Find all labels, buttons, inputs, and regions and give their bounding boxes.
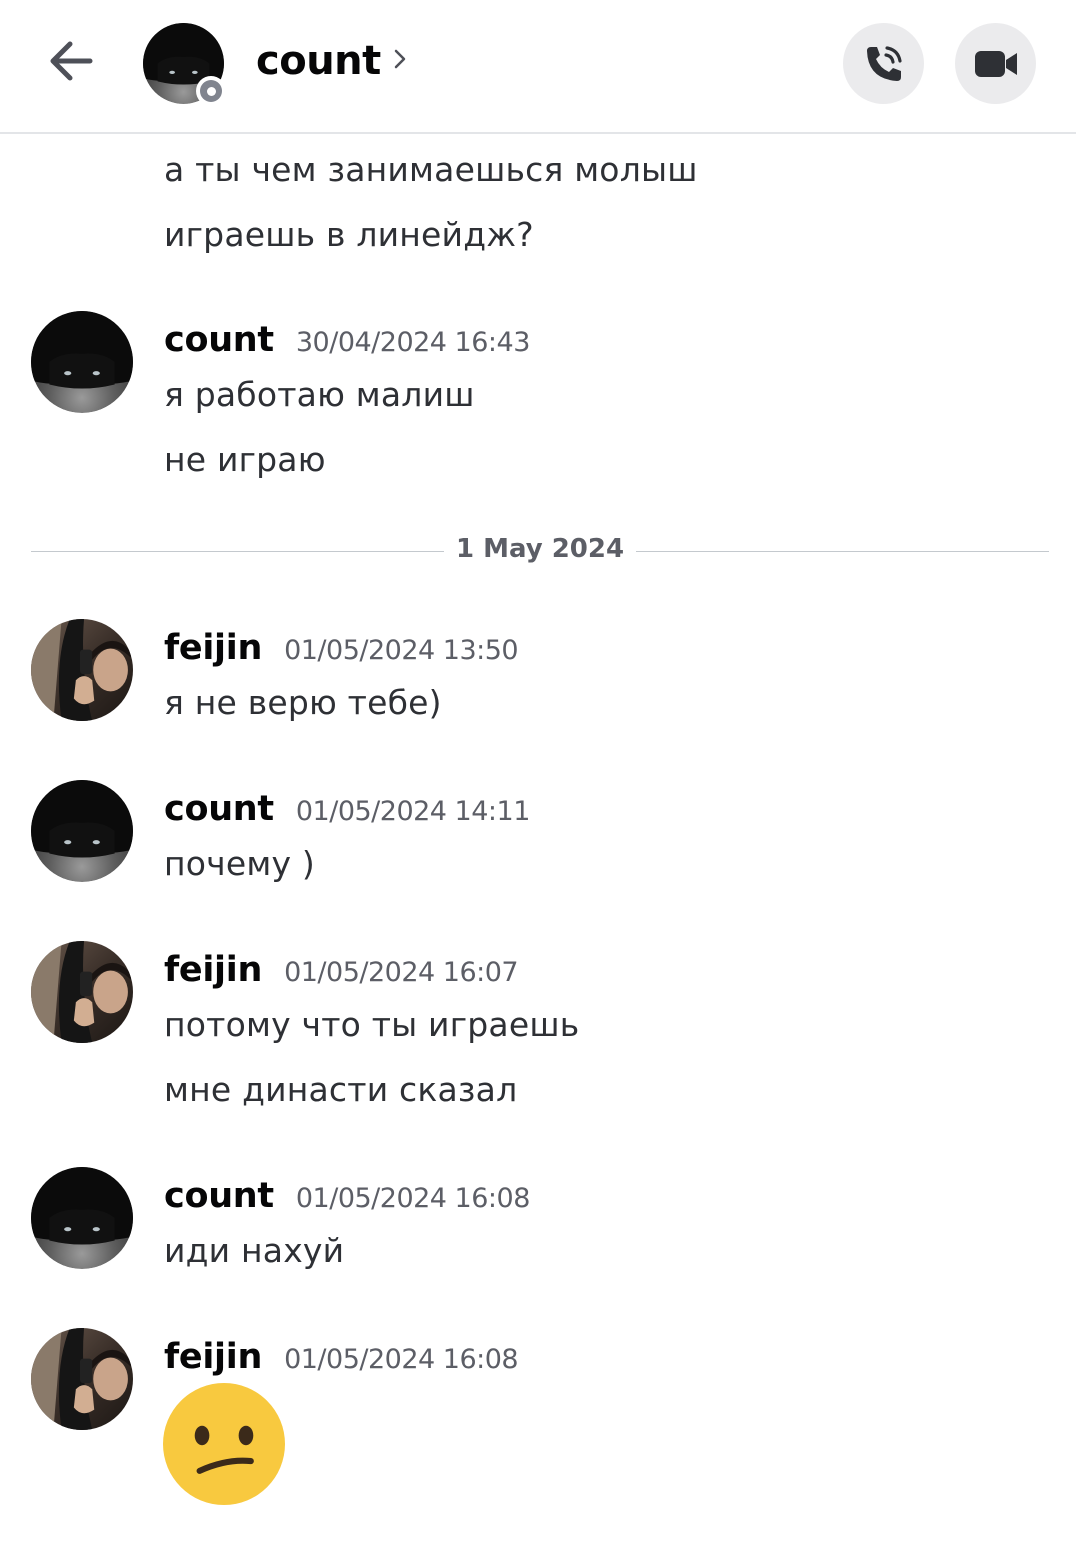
timestamp: 01/05/2024 14:11 xyxy=(295,796,531,827)
message-header: feijin 01/05/2024 13:50 xyxy=(164,628,519,668)
video-camera-icon xyxy=(974,50,1017,77)
message-header: feijin 01/05/2024 16:08 xyxy=(164,1337,519,1377)
header-avatar[interactable] xyxy=(143,23,226,106)
author-avatar[interactable] xyxy=(31,311,133,413)
cat-avatar-image xyxy=(31,311,133,413)
chat-header: count xyxy=(0,0,1076,134)
author-name[interactable]: feijin xyxy=(164,950,262,990)
timestamp: 30/04/2024 16:43 xyxy=(295,327,531,358)
divider-line xyxy=(636,551,1049,552)
author-name[interactable]: feijin xyxy=(164,1337,262,1377)
message-header: feijin 01/05/2024 16:07 xyxy=(164,950,519,990)
timestamp: 01/05/2024 16:08 xyxy=(284,1344,519,1375)
author-avatar[interactable] xyxy=(31,780,133,882)
confused-face-emoji-icon[interactable] xyxy=(163,1383,285,1505)
message-line: не играю xyxy=(164,440,326,479)
selfie-avatar-image xyxy=(31,1328,133,1430)
message-line: а ты чем занимаешься молыш xyxy=(164,150,698,189)
header-title: count xyxy=(256,38,381,84)
timestamp: 01/05/2024 16:07 xyxy=(284,957,519,988)
phone-call-icon xyxy=(866,45,902,81)
message-line: мне династи сказал xyxy=(164,1070,518,1109)
author-name[interactable]: feijin xyxy=(164,628,262,668)
divider-line xyxy=(31,551,444,552)
author-name[interactable]: count xyxy=(164,789,274,829)
message-line: иди нахуй xyxy=(164,1231,345,1270)
date-divider: 1 May 2024 xyxy=(455,534,625,564)
cat-avatar-image xyxy=(31,780,133,882)
timestamp: 01/05/2024 13:50 xyxy=(284,635,519,666)
author-avatar[interactable] xyxy=(31,1167,133,1269)
author-name[interactable]: count xyxy=(164,320,274,360)
video-call-button[interactable] xyxy=(955,23,1036,104)
message-line: я не верю тебе) xyxy=(164,683,442,722)
cat-avatar-image xyxy=(31,1167,133,1269)
header-title-button[interactable]: count xyxy=(256,38,407,84)
message-header: count 01/05/2024 16:08 xyxy=(164,1176,530,1216)
message-line: потому что ты играешь xyxy=(164,1005,580,1044)
message-header: count 30/04/2024 16:43 xyxy=(164,320,530,360)
message-header: count 01/05/2024 14:11 xyxy=(164,789,530,829)
status-offline-icon xyxy=(196,76,226,106)
voice-call-button[interactable] xyxy=(843,23,924,104)
author-avatar[interactable] xyxy=(31,941,133,1043)
selfie-avatar-image xyxy=(31,941,133,1043)
arrow-left-icon xyxy=(50,41,93,81)
message-line: почему ) xyxy=(164,844,315,883)
timestamp: 01/05/2024 16:08 xyxy=(295,1183,531,1214)
back-button[interactable] xyxy=(40,30,102,92)
author-avatar[interactable] xyxy=(31,1328,133,1430)
selfie-avatar-image xyxy=(31,619,133,721)
chevron-right-icon xyxy=(394,49,406,69)
author-avatar[interactable] xyxy=(31,619,133,721)
message-line: я работаю малиш xyxy=(164,375,475,414)
author-name[interactable]: count xyxy=(164,1176,274,1216)
message-line: играешь в линейдж? xyxy=(164,215,534,254)
